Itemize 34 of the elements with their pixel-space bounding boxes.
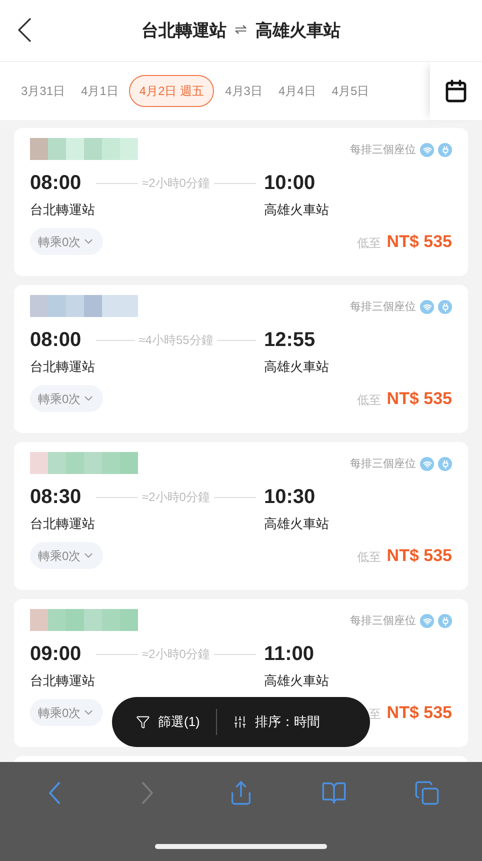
arrival-station: 高雄火車站	[264, 358, 329, 376]
duration-text: ≈2小時0分鐘	[142, 489, 210, 506]
departure-station: 台北轉運站	[30, 672, 96, 690]
arrival-time: 12:55	[264, 328, 316, 353]
departure-station: 台北轉運站	[30, 515, 96, 534]
price-prefix: 低至	[356, 392, 381, 409]
price-text: NT$ 535	[386, 702, 452, 724]
duration-text: ≈4小時55分鐘	[138, 332, 214, 349]
arrival-station: 高雄火車站	[264, 201, 329, 220]
departure-station: 台北轉運站	[30, 201, 96, 220]
seat-layout-text: 每排三個座位	[350, 614, 416, 629]
departure-station: 台北轉運站	[30, 358, 96, 376]
arrival-time: 10:30	[264, 485, 316, 510]
departure-time: 08:30	[30, 485, 82, 510]
seat-layout-text: 每排三個座位	[350, 142, 416, 158]
departure-time: 08:00	[30, 328, 82, 353]
arrival-time: 11:00	[264, 642, 314, 667]
arrival-time: 10:00	[264, 171, 316, 196]
price-text: NT$ 535	[386, 230, 452, 253]
duration-text: ≈2小時0分鐘	[142, 646, 210, 663]
arrival-station: 高雄火車站	[264, 672, 329, 690]
seat-layout-text: 每排三個座位	[350, 456, 416, 472]
departure-time: 09:00	[30, 642, 82, 667]
duration-text: ≈2小時0分鐘	[142, 175, 210, 192]
price-prefix: 低至	[356, 234, 381, 252]
origin-station: 台北轉運站	[142, 20, 226, 42]
seat-layout-text: 每排三個座位	[350, 300, 416, 315]
arrival-station: 高雄火車站	[264, 515, 329, 534]
price-prefix: 低至	[356, 548, 381, 566]
destination-station: 高雄火車站	[256, 20, 340, 42]
departure-time: 08:00	[30, 171, 82, 196]
price-text: NT$ 535	[386, 388, 452, 410]
price-prefix: 至	[368, 706, 381, 723]
price-text: NT$ 535	[386, 544, 452, 567]
